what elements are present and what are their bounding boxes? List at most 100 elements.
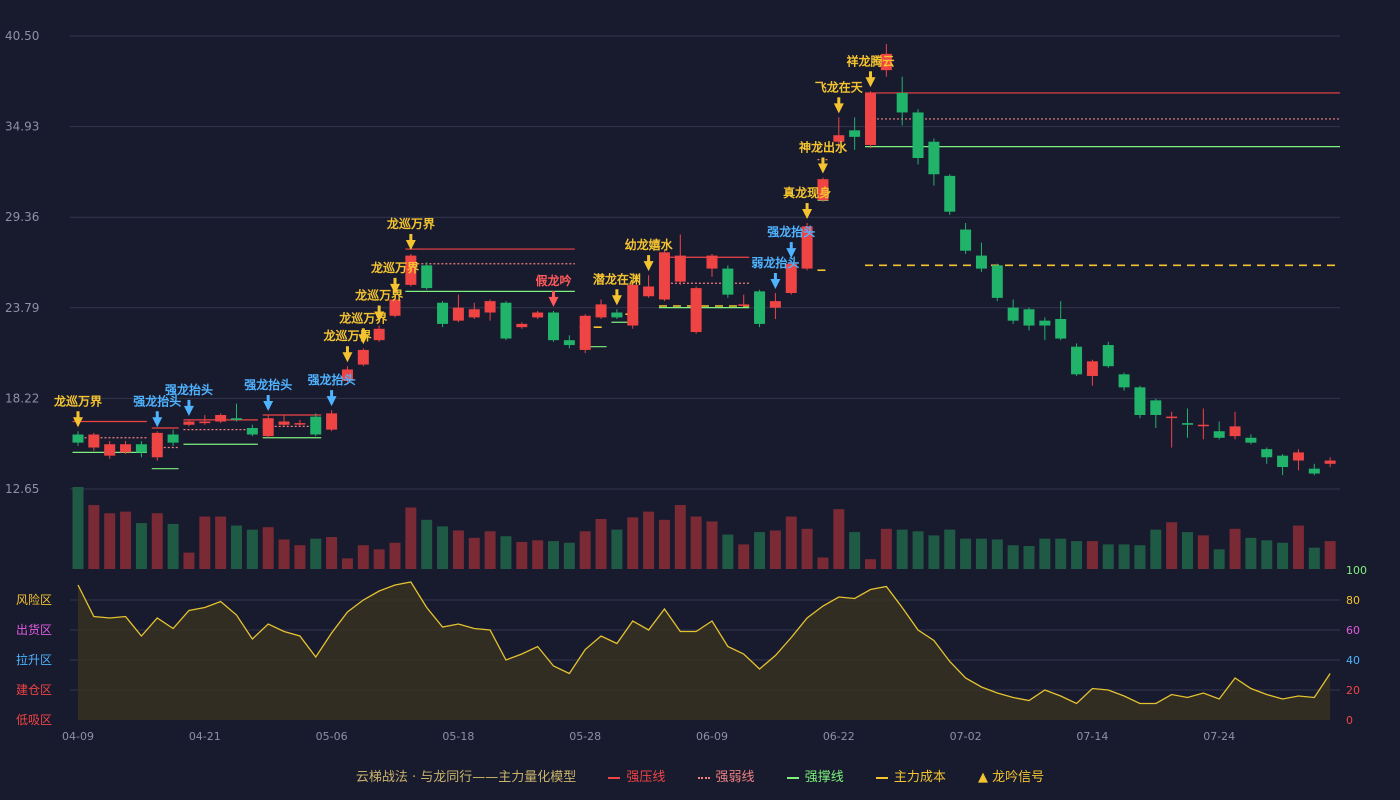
volume-bar xyxy=(960,538,972,569)
candle-body xyxy=(563,340,575,346)
candle-body xyxy=(72,434,84,443)
volume-bar xyxy=(658,519,670,569)
date-tick-label: 06-09 xyxy=(696,730,728,743)
date-tick-label: 05-06 xyxy=(316,730,348,743)
signal-arrow-stem xyxy=(869,71,872,79)
candle-body xyxy=(722,268,734,295)
candle-body xyxy=(690,288,702,333)
volume-bar xyxy=(1245,537,1257,569)
osc-tick-label: 60 xyxy=(1346,624,1360,637)
candle-body xyxy=(532,312,544,318)
candle-body xyxy=(769,301,781,308)
volume-bar xyxy=(1324,541,1336,569)
signal-arrow-stem xyxy=(647,255,651,263)
volume-bar xyxy=(468,537,480,569)
candle-body xyxy=(357,349,369,365)
signal-label: 祥龙腾云 xyxy=(846,53,894,68)
volume-bar xyxy=(1277,542,1289,569)
legend-support-line: 强撑线 xyxy=(786,770,844,785)
candle-body xyxy=(468,309,480,318)
signal-arrow-stem xyxy=(330,390,334,398)
volume-bar xyxy=(896,529,908,569)
signal-arrow xyxy=(548,296,559,307)
volume-bar xyxy=(389,542,401,569)
signal-arrow xyxy=(770,278,781,289)
volume-bar xyxy=(437,526,449,569)
signal-label: 幼龙嬉水 xyxy=(625,237,674,252)
candle-body xyxy=(278,421,290,425)
candle-body xyxy=(1166,416,1178,419)
candle-body xyxy=(928,141,940,175)
signal-arrow xyxy=(405,239,416,250)
volume-bar xyxy=(373,549,385,569)
volume-bar xyxy=(1197,535,1209,569)
volume-bar xyxy=(880,528,892,569)
candle-body xyxy=(595,304,607,318)
candle-body xyxy=(1007,307,1019,321)
signal-arrow-stem xyxy=(773,272,777,280)
candle-body xyxy=(1292,452,1304,461)
signal-arrow xyxy=(326,396,337,407)
volume-bar xyxy=(706,521,718,569)
volume-bar xyxy=(563,542,575,569)
candle-body xyxy=(548,312,559,341)
date-tick-label: 04-21 xyxy=(189,730,221,743)
candle-body xyxy=(1134,387,1146,415)
volume-bar xyxy=(532,540,544,569)
signal-label: 强龙抬头 xyxy=(244,377,292,392)
candle-body xyxy=(975,255,987,269)
volume-bar xyxy=(912,531,924,569)
volume-bar xyxy=(484,531,496,569)
price-tick-label: 18.22 xyxy=(5,391,39,405)
date-tick-label: 04-09 xyxy=(62,730,94,743)
candle-body xyxy=(991,265,1003,298)
legend-signal: ▲ 龙吟信号 xyxy=(978,770,1045,785)
volume-bar xyxy=(754,532,766,569)
candle-body xyxy=(484,301,496,313)
signal-label: 假龙吟 xyxy=(535,273,571,288)
volume-bar xyxy=(452,530,464,569)
candle-body xyxy=(1277,455,1289,468)
candle-body xyxy=(1039,320,1051,326)
candle-body xyxy=(310,416,322,435)
candle-body xyxy=(1071,346,1083,375)
signal-arrow-stem xyxy=(805,203,809,211)
volume-bar xyxy=(722,534,734,569)
signal-label: 龙巡万界 xyxy=(371,260,419,275)
candlestick-chart: 40.50 34.93 29.36 23.79 18.22 12.65 0 20 40 60 80 1… xyxy=(5,29,1367,743)
volume-bar xyxy=(326,537,338,569)
osc-zone-label: 拉升区 xyxy=(16,652,52,667)
candle-body xyxy=(1213,431,1225,438)
candle-body xyxy=(643,286,655,297)
candle-body xyxy=(674,255,686,282)
candle-body xyxy=(849,130,861,137)
volume-bar xyxy=(72,487,84,569)
candle-body xyxy=(896,92,908,113)
candle-body xyxy=(215,414,227,422)
candle-body xyxy=(437,302,449,324)
candle-body xyxy=(135,444,147,453)
signal-arrow xyxy=(342,352,353,363)
signal-arrow-stem xyxy=(393,277,397,285)
candle-body xyxy=(1118,374,1130,388)
volume-bar xyxy=(120,511,132,569)
signal-label: 潜龙在渊 xyxy=(593,271,641,286)
volume-bar xyxy=(849,532,861,569)
volume-bar xyxy=(516,541,528,569)
osc-zone-label: 建仓区 xyxy=(16,683,52,697)
volume-bar xyxy=(357,545,369,569)
signal-arrow xyxy=(263,400,274,411)
candle-body xyxy=(1197,424,1209,427)
candle-body xyxy=(262,418,274,437)
volume-bar xyxy=(104,513,116,569)
volume-bar xyxy=(135,523,147,569)
volume-bar xyxy=(785,516,797,569)
osc-tick-label: 20 xyxy=(1346,684,1360,697)
volume-bar xyxy=(944,529,956,569)
volume-bar xyxy=(548,541,559,569)
volume-bar xyxy=(975,538,987,569)
signal-arrow xyxy=(817,163,828,174)
volume-bar xyxy=(579,531,591,569)
volume-bar xyxy=(278,539,290,569)
volume-bar xyxy=(1055,538,1067,569)
